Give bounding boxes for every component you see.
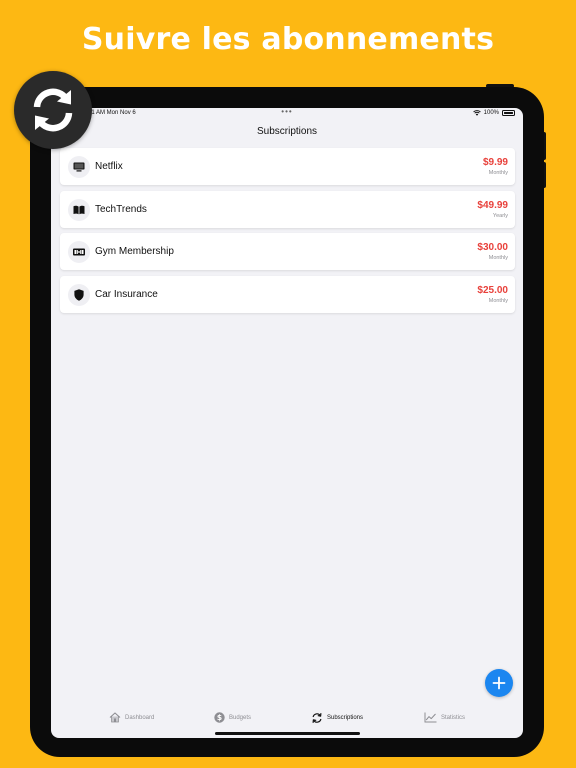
dumbbell-icon bbox=[68, 241, 90, 264]
subscription-amount: $30.00 bbox=[477, 242, 508, 254]
plus-icon bbox=[492, 676, 506, 690]
dollar-circle-icon: $ bbox=[214, 712, 225, 723]
status-bar: 9:41 AM Mon Nov 6 ••• 100% bbox=[51, 108, 523, 120]
tab-label: Dashboard bbox=[125, 714, 155, 721]
tab-budgets[interactable]: $ Budgets bbox=[214, 712, 251, 723]
tab-dashboard[interactable]: Dashboard bbox=[109, 712, 154, 723]
subscription-amount: $9.99 bbox=[482, 157, 508, 168]
status-indicators: 100% bbox=[472, 110, 515, 116]
tab-label: Budgets bbox=[229, 714, 252, 721]
subscription-name: Netflix bbox=[95, 161, 123, 172]
subscription-period: Monthly bbox=[488, 170, 508, 176]
subscription-list: Netflix $9.99 Monthly TechTrends $49.99 … bbox=[60, 148, 515, 319]
subscription-period: Yearly bbox=[492, 212, 508, 219]
tab-label: Subscriptions bbox=[327, 715, 364, 721]
subscription-amount: $25.00 bbox=[477, 285, 508, 297]
wifi-icon bbox=[472, 110, 481, 116]
add-subscription-button[interactable] bbox=[485, 669, 513, 697]
book-icon bbox=[68, 198, 90, 221]
chart-line-icon bbox=[424, 712, 437, 723]
subscription-name: Gym Membership bbox=[95, 246, 174, 258]
tab-label: Statistics bbox=[441, 714, 466, 721]
subscription-period: Monthly bbox=[488, 255, 508, 262]
subscription-row-techtrends[interactable]: TechTrends $49.99 Yearly bbox=[60, 190, 515, 228]
page-title: Subscriptions bbox=[256, 126, 318, 137]
home-indicator[interactable] bbox=[215, 732, 360, 735]
battery-percent: 100% bbox=[483, 110, 499, 116]
battery-icon bbox=[502, 110, 515, 116]
subscription-row-netflix[interactable]: Netflix $9.99 Monthly bbox=[60, 148, 515, 185]
multitasking-dots-icon[interactable]: ••• bbox=[51, 108, 523, 116]
tv-icon bbox=[68, 156, 90, 178]
app-logo bbox=[14, 71, 92, 149]
svg-text:$: $ bbox=[217, 713, 222, 722]
subscription-name: Car Insurance bbox=[95, 289, 158, 301]
promo-headline: Suivre les abonnements bbox=[81, 22, 495, 57]
subscription-amount: $49.99 bbox=[477, 199, 508, 211]
subscription-name: TechTrends bbox=[95, 203, 147, 215]
house-icon bbox=[109, 712, 121, 723]
refresh-icon bbox=[312, 713, 322, 723]
subscription-row-car-insurance[interactable]: Car Insurance $25.00 Monthly bbox=[60, 276, 515, 314]
subscription-row-gym-membership[interactable]: Gym Membership $30.00 Monthly bbox=[60, 233, 515, 271]
tab-bar: Dashboard $ Budgets Subscriptions Statis… bbox=[51, 712, 523, 730]
tab-statistics[interactable]: Statistics bbox=[424, 712, 465, 723]
refresh-icon bbox=[33, 88, 73, 132]
shield-icon bbox=[68, 284, 90, 307]
app-screen: 9:41 AM Mon Nov 6 ••• 100% Subscriptions bbox=[51, 108, 523, 738]
subscription-period: Monthly bbox=[488, 298, 508, 305]
tab-subscriptions[interactable]: Subscriptions bbox=[311, 712, 363, 724]
